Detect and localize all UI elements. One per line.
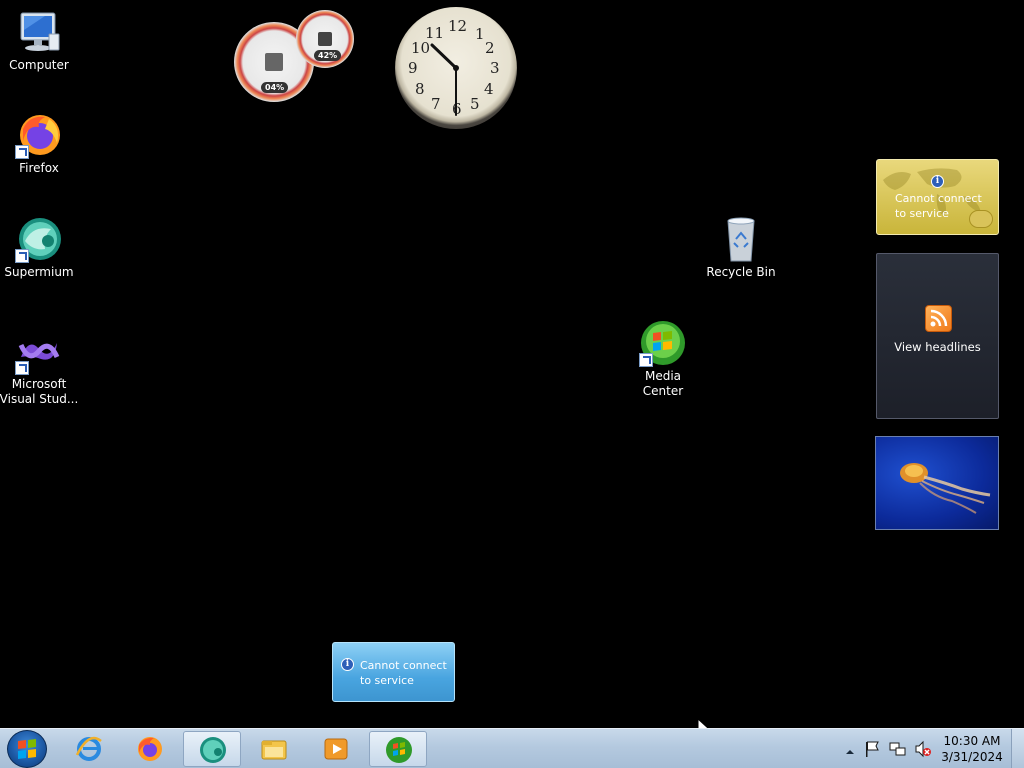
taskbar-firefox[interactable] bbox=[121, 731, 179, 767]
network-button[interactable] bbox=[889, 740, 907, 758]
desktop-icon-label: Computer bbox=[9, 58, 69, 72]
weather-gadget[interactable]: i Cannot connect to service bbox=[876, 159, 999, 235]
slideshow-gadget[interactable] bbox=[875, 436, 999, 530]
computer-icon bbox=[15, 8, 63, 56]
weather-status-line1: Cannot connect bbox=[895, 192, 982, 205]
taskbar: 10:30 AM 3/31/2024 bbox=[0, 728, 1024, 768]
show-hidden-icons-button[interactable] bbox=[844, 743, 856, 755]
feed-headlines-gadget[interactable]: View headlines bbox=[876, 253, 999, 419]
shortcut-arrow-icon bbox=[15, 249, 29, 263]
desktop-icon-firefox[interactable]: Firefox bbox=[0, 111, 79, 176]
desktop-icon-label: Recycle Bin bbox=[706, 265, 776, 279]
currency-gadget[interactable]: i Cannot connect to service bbox=[332, 642, 455, 702]
internet-explorer-icon bbox=[75, 736, 102, 761]
desktop-icon-label: Firefox bbox=[19, 161, 59, 175]
taskbar-windows-explorer[interactable] bbox=[245, 731, 303, 767]
action-center-button[interactable] bbox=[864, 740, 880, 758]
supermium-icon bbox=[15, 215, 63, 263]
clock-gadget[interactable]: 12 1 2 3 4 5 6 7 8 9 10 11 bbox=[395, 7, 517, 129]
cpu-percent: 04% bbox=[261, 82, 289, 93]
taskbar-internet-explorer[interactable] bbox=[60, 731, 118, 767]
shortcut-arrow-icon bbox=[15, 145, 29, 159]
shortcut-arrow-icon bbox=[639, 353, 653, 367]
desktop-icon-label: Media Center bbox=[642, 369, 684, 398]
media-player-icon bbox=[324, 738, 348, 760]
desktop-icon-label: Microsoft bbox=[11, 377, 67, 391]
taskbar-supermium[interactable] bbox=[183, 731, 241, 767]
volume-muted-icon bbox=[915, 740, 931, 758]
chevron-up-icon bbox=[846, 750, 854, 754]
visual-studio-icon bbox=[15, 327, 63, 375]
windows-logo-icon bbox=[18, 739, 36, 759]
clock-hands bbox=[430, 43, 459, 116]
taskbar-clock[interactable]: 10:30 AM 3/31/2024 bbox=[940, 733, 1004, 765]
desktop-icon-computer[interactable]: Computer bbox=[0, 8, 79, 73]
firefox-icon bbox=[138, 737, 162, 761]
cpu-meter-gadget[interactable]: 04% 42% bbox=[232, 8, 356, 104]
folder-icon bbox=[261, 740, 287, 760]
show-desktop-button[interactable] bbox=[1011, 729, 1024, 768]
network-icon bbox=[889, 742, 906, 756]
shortcut-arrow-icon bbox=[15, 361, 29, 375]
desktop-icon-media-center[interactable]: Media Center bbox=[623, 319, 703, 399]
supermium-icon bbox=[200, 737, 226, 763]
taskbar-windows-media-center[interactable] bbox=[369, 731, 427, 767]
flag-icon bbox=[866, 741, 879, 757]
taskbar-windows-media-player[interactable] bbox=[307, 731, 365, 767]
view-headlines-link[interactable]: View headlines bbox=[877, 340, 998, 355]
desktop-icon-label: Visual Stud... bbox=[0, 392, 79, 406]
memory-chip-icon bbox=[318, 32, 332, 46]
clock-date: 3/31/2024 bbox=[941, 750, 1003, 764]
desktop-icon-recycle-bin[interactable]: Recycle Bin bbox=[701, 215, 781, 280]
start-button[interactable] bbox=[7, 730, 47, 768]
memory-gauge: 42% bbox=[296, 10, 354, 68]
memory-percent: 42% bbox=[314, 50, 342, 61]
volume-button[interactable] bbox=[914, 740, 932, 758]
sun-cloud-icon bbox=[969, 210, 993, 228]
rss-feed-icon bbox=[925, 305, 952, 332]
desktop-icon-visual-studio[interactable]: Microsoft Visual Stud... bbox=[0, 327, 79, 407]
currency-status-line1: Cannot connect bbox=[360, 659, 447, 672]
jellyfish-photo bbox=[900, 463, 991, 514]
desktop-icon-supermium[interactable]: Supermium bbox=[0, 215, 79, 280]
media-center-icon bbox=[639, 319, 687, 367]
info-icon: i bbox=[931, 175, 944, 188]
info-icon: i bbox=[341, 658, 354, 671]
media-center-icon bbox=[386, 737, 412, 763]
recycle-bin-icon bbox=[717, 215, 765, 263]
cpu-chip-icon bbox=[265, 53, 283, 71]
desktop-icon-label: Supermium bbox=[4, 265, 74, 279]
firefox-icon bbox=[15, 111, 63, 159]
clock-time: 10:30 AM bbox=[943, 734, 1001, 748]
currency-status-line2: to service bbox=[360, 674, 414, 687]
